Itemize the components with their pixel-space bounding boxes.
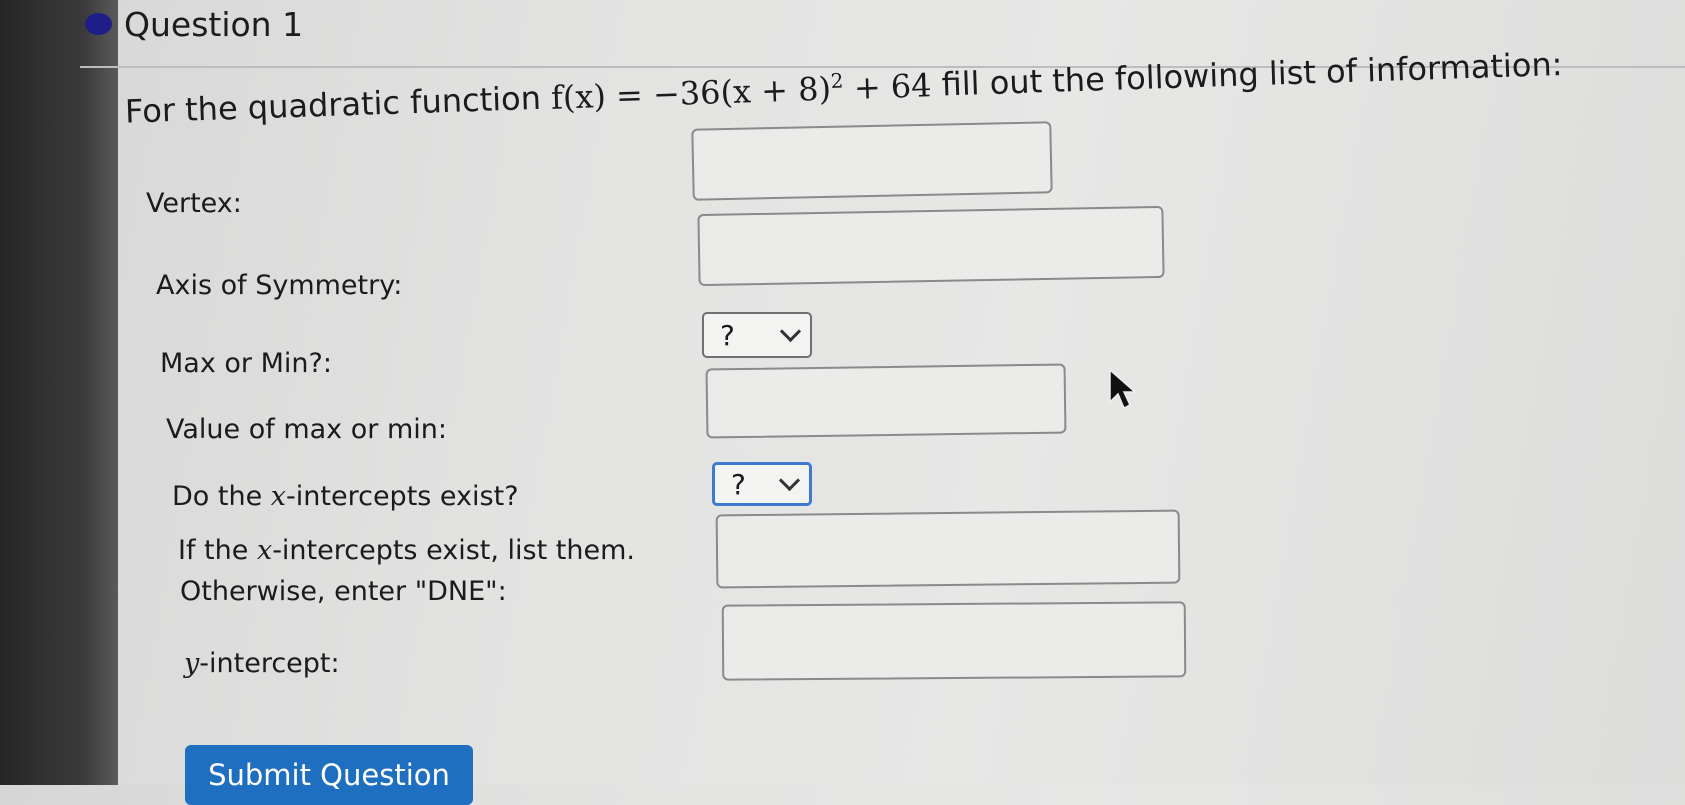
x-intercepts-input[interactable] — [715, 509, 1181, 589]
status-dot-icon — [85, 13, 112, 35]
x-intercepts-list-label-line2: Otherwise, enter "DNE": — [180, 576, 507, 607]
monitor-bezel — [0, 0, 118, 785]
x-intercepts-exist-label: Do the x-intercepts exist? — [172, 481, 519, 512]
value-of-max-or-min-input[interactable] — [705, 363, 1067, 439]
axis-of-symmetry-input[interactable] — [697, 205, 1165, 287]
x-intercepts-list-label-line1: If the x-intercepts exist, list them. — [178, 535, 635, 566]
chevron-down-icon — [779, 320, 802, 342]
vertex-label: Vertex: — [146, 188, 242, 219]
value-of-max-or-min-label: Value of max or min: — [166, 414, 447, 445]
y-intercept-label: y-intercept: — [184, 648, 340, 679]
chevron-down-icon — [778, 469, 801, 491]
x-intercepts-exist-select[interactable]: ? — [712, 462, 812, 506]
max-or-min-select[interactable]: ? — [702, 312, 812, 358]
question-title: Question 1 — [124, 4, 304, 44]
axis-of-symmetry-label: Axis of Symmetry: — [156, 270, 403, 301]
question-prompt: For the quadratic function f(x) = −36(x … — [124, 44, 1564, 131]
submit-question-button[interactable]: Submit Question — [185, 745, 473, 805]
mouse-cursor-icon — [1109, 368, 1137, 410]
vertex-input[interactable] — [691, 121, 1053, 201]
max-or-min-label: Max or Min?: — [160, 348, 332, 379]
function-expression: f(x) = −36(x + 8)2 + 64 — [550, 65, 933, 117]
y-intercept-input[interactable] — [721, 601, 1187, 681]
question-header: Question 1 — [85, 2, 303, 46]
